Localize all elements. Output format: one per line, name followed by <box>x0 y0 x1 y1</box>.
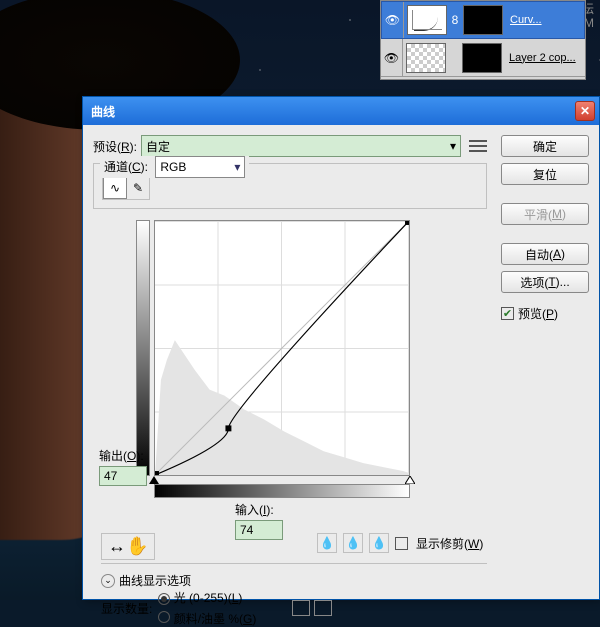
channel-label: 通道(C): RGB <box>100 156 249 178</box>
black-eyedropper-icon[interactable]: 💧 <box>317 533 337 553</box>
input-input[interactable] <box>235 520 283 540</box>
preset-value: 自定 <box>146 138 170 155</box>
show-clipping-label: 显示修剪(W) <box>416 535 483 552</box>
display-options-label: 曲线显示选项 <box>119 572 191 589</box>
horizontal-gradient <box>154 484 410 498</box>
mask-thumb[interactable] <box>463 5 503 35</box>
curves-graph[interactable] <box>154 220 410 476</box>
titlebar[interactable]: 曲线 ✕ <box>83 97 599 125</box>
expand-icon[interactable]: ⌄ <box>101 574 115 588</box>
options-button[interactable]: 选项(T)... <box>501 271 589 293</box>
channel-section: 通道(C): RGB ∿ ✎ <box>93 163 487 209</box>
link-icon: 8 <box>450 13 460 27</box>
output-label: 输出(O): <box>99 447 147 464</box>
dialog-body: 预设(R): 自定 通道(C): RGB ∿ ✎ <box>83 125 599 599</box>
amount-label: 显示数量: <box>101 600 152 617</box>
preset-row: 预设(R): 自定 <box>93 135 487 157</box>
preview-row: ✔ 预览(P) <box>501 305 589 322</box>
close-button[interactable]: ✕ <box>575 101 595 121</box>
mask-thumb[interactable] <box>462 43 502 73</box>
grid-large-icon[interactable] <box>314 600 332 616</box>
graph-area <box>154 220 466 510</box>
right-column: 确定 复位 平滑(M) 自动(A) 选项(T)... ✔ 预览(P) <box>501 135 589 322</box>
hand-tool-icon[interactable]: ↔✋ <box>101 533 155 560</box>
preset-dropdown[interactable]: 自定 <box>141 135 461 157</box>
histogram <box>155 221 409 475</box>
left-column: 预设(R): 自定 通道(C): RGB ∿ ✎ <box>93 135 487 209</box>
black-slider[interactable] <box>149 476 159 484</box>
preview-label: 预览(P) <box>518 305 558 322</box>
radio-pigment-row[interactable]: 颜料/油墨 %(G) <box>158 610 256 627</box>
smooth-button: 平滑(M) <box>501 203 589 225</box>
preset-menu-icon[interactable] <box>469 140 487 152</box>
point-curve-tool[interactable]: ∿ <box>103 177 127 199</box>
radio-pigment-label: 颜料/油墨 %(G) <box>174 612 257 626</box>
output-input[interactable] <box>99 466 147 486</box>
radio-light-row[interactable]: 光 (0-255)(L) <box>158 589 256 606</box>
grid-small-icon[interactable] <box>292 600 310 616</box>
dialog-title: 曲线 <box>91 103 575 120</box>
channel-dropdown[interactable]: RGB <box>155 156 245 178</box>
adjustment-thumb[interactable] <box>407 5 447 35</box>
vertical-gradient <box>136 220 150 476</box>
auto-button[interactable]: 自动(A) <box>501 243 589 265</box>
eyedropper-group: 💧 💧 💧 <box>317 533 389 553</box>
show-clipping-checkbox[interactable] <box>395 537 408 550</box>
gray-eyedropper-icon[interactable]: 💧 <box>343 533 363 553</box>
visibility-icon[interactable]: 👁 <box>382 2 404 38</box>
output-field-group: 输出(O): <box>99 447 147 486</box>
radio-light[interactable] <box>158 593 170 605</box>
display-options-toggle[interactable]: ⌄ 曲线显示选项 <box>101 563 487 589</box>
layer-row-curves[interactable]: 👁 8 Curv... <box>381 1 585 39</box>
layer-row-2[interactable]: 👁 Layer 2 cop... <box>381 39 585 77</box>
input-label: 输入(I): <box>235 501 283 518</box>
pencil-tool[interactable]: ✎ <box>127 177 149 199</box>
show-clipping-row: 显示修剪(W) <box>395 535 483 552</box>
ok-button[interactable]: 确定 <box>501 135 589 157</box>
reset-button[interactable]: 复位 <box>501 163 589 185</box>
layer-name[interactable]: Curv... <box>506 14 584 26</box>
layer-thumb[interactable] <box>406 43 446 73</box>
preset-label: 预设(R): <box>93 138 137 155</box>
grid-size-group <box>292 600 332 616</box>
radio-light-label: 光 (0-255)(L) <box>174 591 243 605</box>
show-amount-row: 显示数量: 光 (0-255)(L) 颜料/油墨 %(G) <box>101 589 332 627</box>
curve-tools: ∿ ✎ <box>102 176 150 200</box>
layer-name[interactable]: Layer 2 cop... <box>505 52 585 64</box>
preview-checkbox[interactable]: ✔ <box>501 307 514 320</box>
white-eyedropper-icon[interactable]: 💧 <box>369 533 389 553</box>
input-field-group: 输入(I): <box>235 501 283 540</box>
curves-dialog: 曲线 ✕ 预设(R): 自定 通道(C): RGB ∿ ✎ <box>82 96 600 600</box>
layers-panel: 👁 8 Curv... 👁 Layer 2 cop... <box>380 0 586 80</box>
radio-pigment[interactable] <box>158 611 170 623</box>
channel-value: RGB <box>160 160 186 174</box>
visibility-icon[interactable]: 👁 <box>381 39 403 76</box>
white-slider[interactable] <box>405 476 415 484</box>
